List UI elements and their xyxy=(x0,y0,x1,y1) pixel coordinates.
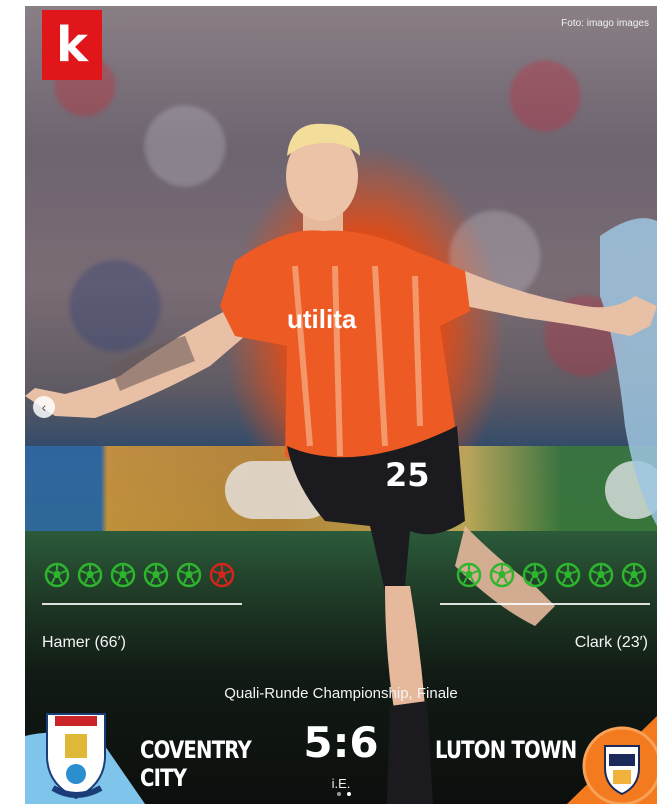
penalty-scored-icon xyxy=(522,562,548,588)
match-card[interactable]: utilita 25 k Foto: imago images ‹ Hamer … xyxy=(25,6,657,804)
penalty-missed-icon xyxy=(209,562,235,588)
penalty-scored-icon xyxy=(456,562,482,588)
kicker-logo[interactable]: k xyxy=(42,10,102,80)
score-note: i.E. xyxy=(331,776,351,791)
penalty-scored-icon xyxy=(176,562,202,588)
penalty-scored-icon xyxy=(555,562,581,588)
carousel-prev-button[interactable]: ‹ xyxy=(33,396,55,418)
kicker-logo-letter: k xyxy=(56,17,88,73)
away-penalty-shootout xyxy=(456,562,647,588)
away-team-name[interactable]: LUTON TOWN xyxy=(435,736,577,764)
competition-label: Quali-Runde Championship, Finale xyxy=(224,685,458,702)
away-divider xyxy=(440,603,650,605)
chevron-left-icon: ‹ xyxy=(41,399,47,415)
away-scorer: Clark (23′) xyxy=(574,634,648,651)
photo-credit: Foto: imago images xyxy=(561,18,649,29)
carousel-dot[interactable] xyxy=(337,792,341,796)
penalty-scored-icon xyxy=(621,562,647,588)
home-scorer: Hamer (66′) xyxy=(42,634,126,651)
penalty-scored-icon xyxy=(44,562,70,588)
carousel-indicator xyxy=(337,792,351,796)
carousel-dot[interactable] xyxy=(347,792,351,796)
penalty-scored-icon xyxy=(588,562,614,588)
home-divider xyxy=(42,603,242,605)
penalty-scored-icon xyxy=(77,562,103,588)
sponsor-text: utilita xyxy=(287,304,357,334)
penalty-scored-icon xyxy=(110,562,136,588)
home-penalty-shootout xyxy=(44,562,235,588)
shirt-number: 25 xyxy=(385,456,430,494)
penalty-scored-icon xyxy=(489,562,515,588)
penalty-scored-icon xyxy=(143,562,169,588)
